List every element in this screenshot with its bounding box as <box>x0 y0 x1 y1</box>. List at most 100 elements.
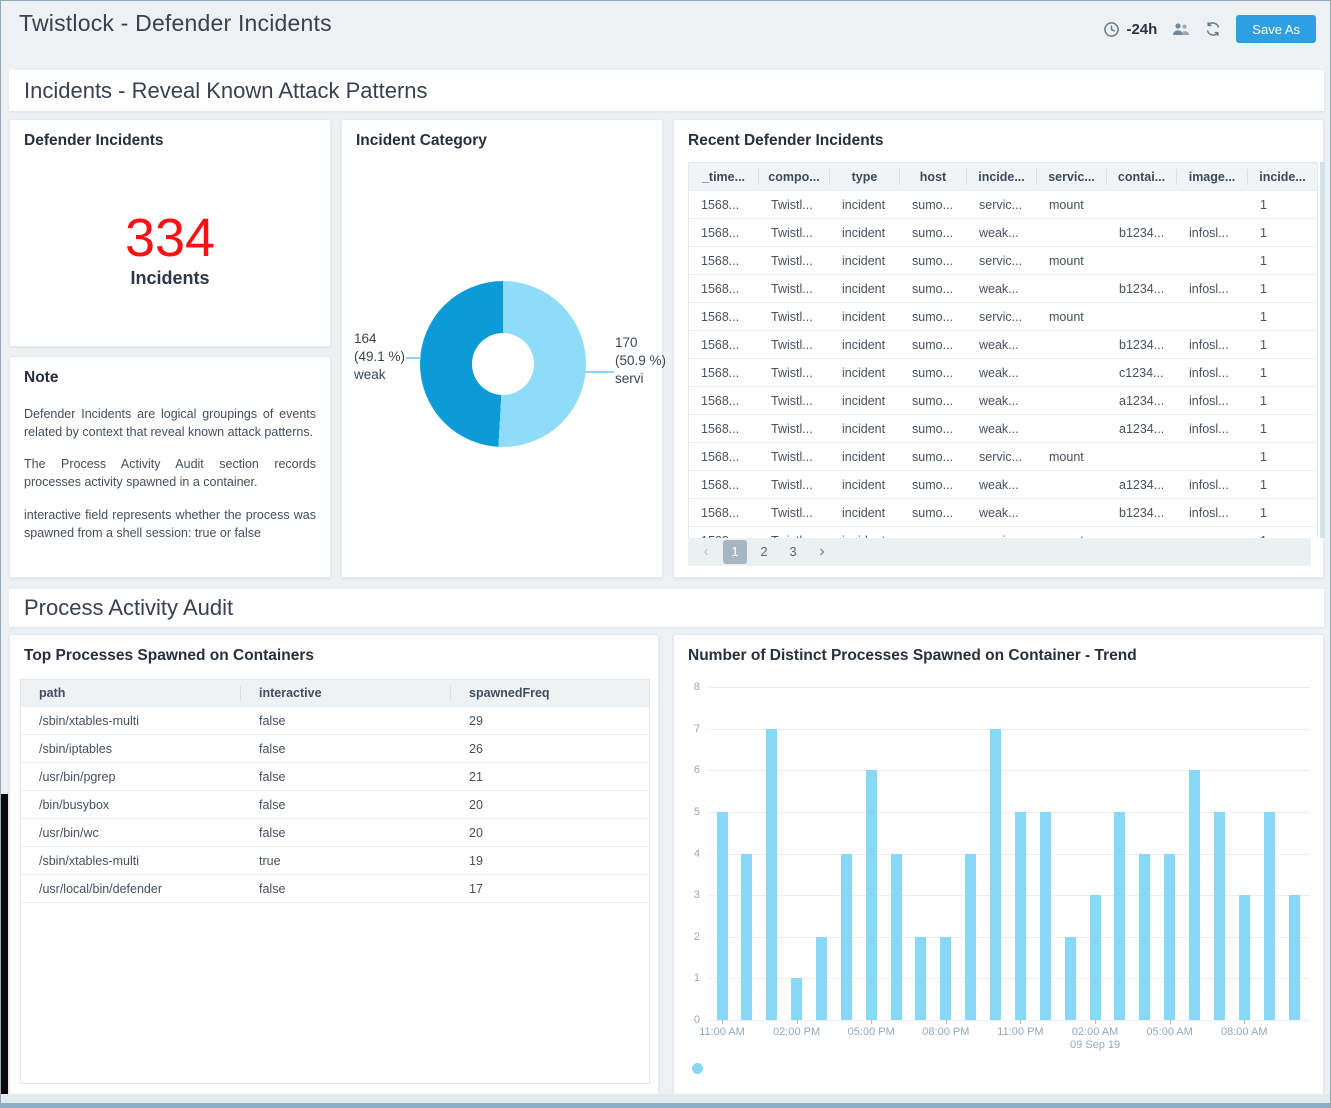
table-cell: incident <box>830 506 900 520</box>
x-axis-date-label: 09 Sep 19 <box>1055 1039 1135 1051</box>
table-cell: false <box>241 798 451 812</box>
column-header[interactable]: servic... <box>1037 169 1107 185</box>
gridline <box>707 770 1310 771</box>
table-cell: servic... <box>967 450 1037 464</box>
note-paragraph: Defender Incidents are logical groupings… <box>24 405 316 441</box>
bar[interactable] <box>915 937 926 1020</box>
bar[interactable] <box>940 937 951 1020</box>
share-users-icon[interactable] <box>1172 22 1190 36</box>
y-axis-tick-label: 2 <box>674 931 700 943</box>
table-cell: incident <box>830 226 900 240</box>
dashboard-header: Twistlock - Defender Incidents -24h Save… <box>1 1 1330 57</box>
column-header[interactable]: _time... <box>689 169 759 185</box>
time-range-clock-icon[interactable] <box>1103 21 1120 38</box>
page-button[interactable]: 1 <box>723 540 747 564</box>
column-header[interactable]: contai... <box>1107 169 1177 185</box>
bar[interactable] <box>816 937 827 1020</box>
table-cell: a1234... <box>1107 478 1177 492</box>
page-button[interactable]: 3 <box>781 540 805 564</box>
bar[interactable] <box>1090 895 1101 1020</box>
bar[interactable] <box>1239 895 1250 1020</box>
table-row: 1568...Twistl...incidentsumo...weak...a1… <box>689 387 1317 415</box>
table-cell: infosl... <box>1177 338 1248 352</box>
table-cell: false <box>241 770 451 784</box>
table-cell: sumo... <box>900 506 967 520</box>
table-row: /usr/bin/pgrepfalse21 <box>21 763 649 791</box>
table-row: /usr/local/bin/defenderfalse17 <box>21 875 649 903</box>
bar[interactable] <box>766 729 777 1020</box>
table-row: /sbin/xtables-multifalse29 <box>21 707 649 735</box>
table-row: /usr/bin/wcfalse20 <box>21 819 649 847</box>
section-header-incidents: Incidents - Reveal Known Attack Patterns <box>9 70 1324 111</box>
table-cell: 1568... <box>689 478 759 492</box>
table-cell: 1 <box>1248 338 1317 352</box>
bar[interactable] <box>1015 812 1026 1020</box>
y-axis-tick-label: 3 <box>674 889 700 901</box>
time-range-value[interactable]: -24h <box>1126 21 1157 38</box>
table-cell: infosl... <box>1177 506 1248 520</box>
table-cell: false <box>241 882 451 896</box>
bar[interactable] <box>1189 770 1200 1020</box>
bar[interactable] <box>791 978 802 1020</box>
table-cell: 1 <box>1248 506 1317 520</box>
y-axis-tick-label: 7 <box>674 723 700 735</box>
bar[interactable] <box>717 812 728 1020</box>
table-cell: 1 <box>1248 198 1317 212</box>
column-header[interactable]: host <box>900 169 967 185</box>
column-header[interactable]: image... <box>1177 169 1248 185</box>
y-axis-tick-label: 1 <box>674 972 700 984</box>
panel-title-incident-category: Incident Category <box>356 132 487 150</box>
y-axis-tick-label: 5 <box>674 806 700 818</box>
table-cell: 1568... <box>689 394 759 408</box>
column-header[interactable]: compo... <box>759 169 830 185</box>
x-axis-tick <box>1020 1020 1021 1024</box>
table-cell: /usr/bin/wc <box>21 826 241 840</box>
table-cell: incident <box>830 366 900 380</box>
table-cell: 1 <box>1248 450 1317 464</box>
bar[interactable] <box>1264 812 1275 1020</box>
column-header[interactable]: incide... <box>1248 169 1317 185</box>
save-as-button[interactable]: Save As <box>1236 15 1316 43</box>
donut-label-servi: 170 (50.9 %) servi <box>615 334 670 389</box>
column-header[interactable]: type <box>830 169 900 185</box>
table-cell: 1568... <box>689 310 759 324</box>
refresh-icon[interactable] <box>1205 21 1221 37</box>
bar[interactable] <box>841 854 852 1021</box>
bar[interactable] <box>965 854 976 1021</box>
x-axis-tick-label: 11:00 AM <box>682 1026 762 1038</box>
column-header[interactable]: spawnedFreq <box>451 686 649 701</box>
bar[interactable] <box>1139 854 1150 1021</box>
table-cell: b1234... <box>1107 506 1177 520</box>
table-row: 1568...Twistl...incidentsumo...weak...b1… <box>689 275 1317 303</box>
bar[interactable] <box>1214 812 1225 1020</box>
table-row: 1568...Twistl...incidentsumo...weak...a1… <box>689 471 1317 499</box>
column-header[interactable]: path <box>21 686 241 701</box>
table-cell: /sbin/xtables-multi <box>21 714 241 728</box>
bar[interactable] <box>990 729 1001 1020</box>
column-header[interactable]: incide... <box>967 169 1037 185</box>
page-button[interactable]: 2 <box>752 540 776 564</box>
x-axis-tick-label: 05:00 PM <box>831 1026 911 1038</box>
bar[interactable] <box>1040 812 1051 1020</box>
bar[interactable] <box>1289 895 1300 1020</box>
table-cell: Twistl... <box>759 506 830 520</box>
column-header[interactable]: interactive <box>241 686 451 701</box>
table-cell: 1568... <box>689 226 759 240</box>
table-scrollbar[interactable] <box>1320 162 1325 538</box>
donut-chart[interactable] <box>420 281 586 447</box>
bar[interactable] <box>866 770 877 1020</box>
table-cell: Twistl... <box>759 394 830 408</box>
bar[interactable] <box>1114 812 1125 1020</box>
table-cell: weak... <box>967 478 1037 492</box>
bar[interactable] <box>1065 937 1076 1020</box>
gridline <box>707 687 1310 688</box>
table-cell: incident <box>830 338 900 352</box>
prev-page-icon[interactable] <box>694 543 718 561</box>
bar[interactable] <box>741 854 752 1021</box>
bottom-edge-line <box>1 1103 1330 1107</box>
next-page-icon[interactable] <box>810 543 834 561</box>
bar[interactable] <box>1164 854 1175 1021</box>
table-cell: 1 <box>1248 310 1317 324</box>
bar[interactable] <box>891 854 902 1021</box>
legend-dot[interactable] <box>692 1063 703 1074</box>
